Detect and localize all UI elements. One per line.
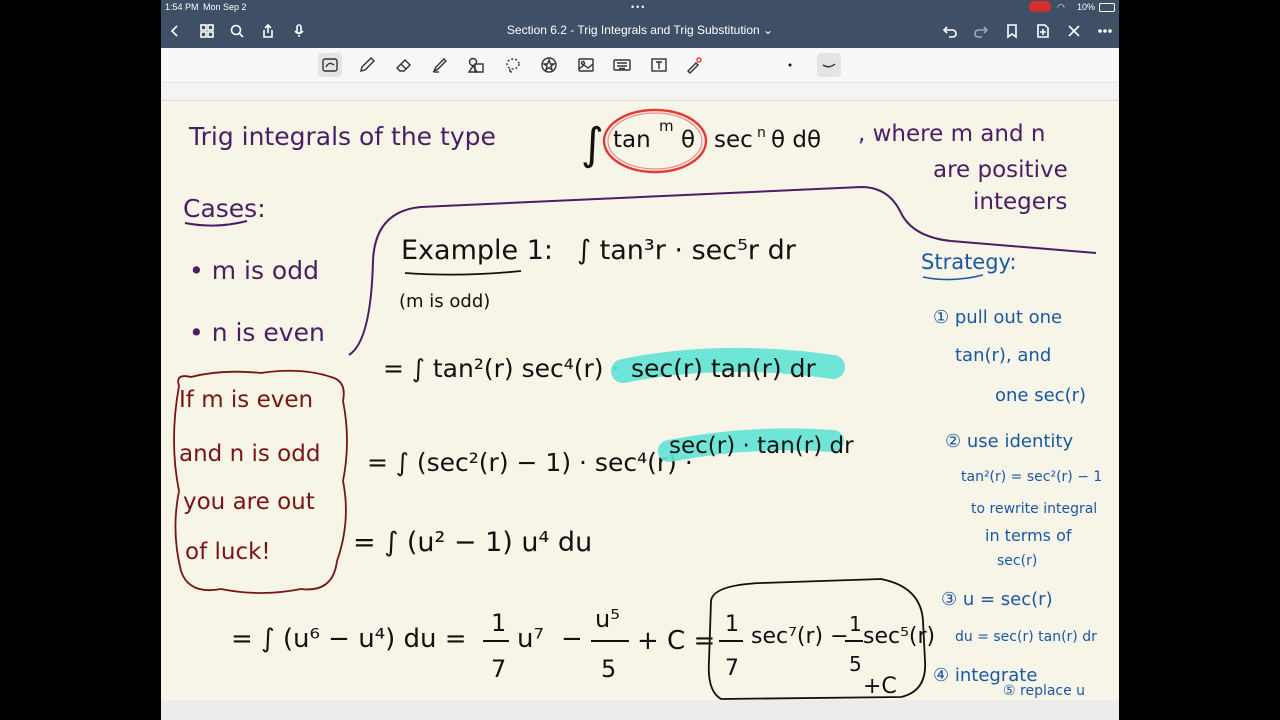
- title-bar: Section 6.2 - Trig Integrals and Trig Su…: [161, 14, 1119, 48]
- heading-line3: integers: [973, 189, 1067, 215]
- warning-line2: and n is odd: [179, 441, 320, 467]
- eraser-icon[interactable]: [392, 53, 416, 77]
- heading-suffix: , where m and n: [858, 121, 1045, 147]
- note-page[interactable]: Trig integrals of the type ∫ tan m θ sec…: [161, 100, 1119, 701]
- ans-frac2-den: 5: [849, 652, 862, 676]
- close-icon[interactable]: [1062, 14, 1086, 48]
- step2-main: = ∫ (sec²(r) − 1) · sec⁴(r) ·: [367, 448, 693, 477]
- heading-m: m: [659, 117, 674, 135]
- ans-frac1-num: 1: [725, 612, 739, 637]
- strategy-2d: in terms of: [985, 526, 1072, 545]
- strategy-label: Strategy:: [921, 250, 1017, 274]
- u7: u⁷: [517, 624, 544, 654]
- case-n-even: • n is even: [189, 318, 325, 347]
- frac2-num: u⁵: [595, 605, 620, 633]
- ans-sec5: sec⁵(r): [863, 624, 935, 649]
- highlighter-icon[interactable]: [428, 53, 452, 77]
- shapes-icon[interactable]: [464, 53, 488, 77]
- minus: −: [561, 624, 583, 654]
- lasso-icon[interactable]: [501, 53, 525, 77]
- step4: = ∫ (u⁶ − u⁴) du =: [231, 624, 467, 654]
- ipad-screen: 1:54 PM Mon Sep 2 ••• ◠ 10% Section 6.2 …: [161, 0, 1119, 720]
- pen-size-dot-icon[interactable]: [778, 53, 802, 77]
- heading-integral: ∫: [581, 119, 604, 170]
- status-time: 1:54 PM: [165, 2, 199, 12]
- strategy-1a: ① pull out one: [933, 307, 1062, 328]
- heading-sec: sec: [714, 127, 753, 153]
- wifi-icon: ◠: [1057, 2, 1065, 12]
- step1-main: = ∫ tan²(r) sec⁴(r) ·: [383, 354, 619, 383]
- step1-highlight-text: sec(r) tan(r) dr: [631, 354, 816, 383]
- redo-icon[interactable]: [969, 14, 993, 48]
- pen-stroke-style-icon[interactable]: [817, 53, 841, 77]
- strategy-4b: ⑤ replace u: [1003, 683, 1085, 699]
- text-box-icon[interactable]: [647, 53, 671, 77]
- bookmark-icon[interactable]: [1000, 14, 1024, 48]
- ans-frac1-den: 7: [725, 656, 739, 681]
- more-icon[interactable]: [1093, 14, 1117, 48]
- heading-theta1: θ: [681, 127, 695, 153]
- warning-line4: of luck!: [185, 539, 271, 565]
- frac1-num: 1: [491, 609, 506, 637]
- lasso-select-icon[interactable]: [318, 53, 342, 77]
- heading-theta2: θ dθ: [771, 127, 821, 153]
- example-note: (m is odd): [399, 291, 490, 312]
- drawing-toolbar: [161, 48, 1119, 83]
- example-problem: ∫ tan³r · sec⁵r dr: [577, 235, 797, 266]
- multitask-dots-icon[interactable]: •••: [631, 2, 646, 12]
- strategy-3b: du = sec(r) tan(r) dr: [955, 629, 1097, 645]
- pen-icon[interactable]: [355, 53, 379, 77]
- heading-n: n: [757, 125, 766, 141]
- battery-percent: 10%: [1077, 2, 1096, 12]
- heading-line2: are positive: [933, 157, 1068, 183]
- strategy-2c: to rewrite integral: [971, 501, 1097, 517]
- strategy-2b: tan²(r) = sec²(r) − 1: [961, 469, 1102, 485]
- battery-icon: [1099, 3, 1115, 12]
- warning-line1: If m is even: [179, 387, 313, 413]
- step3: = ∫ (u² − 1) u⁴ du: [353, 527, 592, 558]
- case-m-odd: • m is odd: [189, 256, 319, 285]
- status-date: Mon Sep 2: [203, 2, 247, 12]
- recording-indicator-icon: [1029, 1, 1051, 12]
- frac1-den: 7: [491, 655, 506, 683]
- ans-sec7: sec⁷(r) −: [751, 624, 849, 649]
- ans-c: +C: [863, 674, 897, 699]
- ans-frac2-num: 1: [849, 612, 862, 636]
- step2-highlight-text: sec(r) · tan(r) dr: [669, 433, 854, 459]
- strategy-3a: ③ u = sec(r): [941, 589, 1053, 610]
- plus-c: + C =: [637, 626, 715, 656]
- heading-tan: tan: [613, 127, 651, 153]
- add-page-icon[interactable]: [1031, 14, 1055, 48]
- sticker-icon[interactable]: [537, 53, 561, 77]
- handwritten-notes: Trig integrals of the type ∫ tan m θ sec…: [173, 108, 1102, 700]
- strategy-2a: ② use identity: [945, 431, 1073, 452]
- heading-prefix: Trig integrals of the type: [188, 122, 496, 151]
- cases-label: Cases:: [183, 194, 266, 223]
- image-icon[interactable]: [574, 53, 598, 77]
- frac2-den: 5: [601, 655, 616, 683]
- warning-line3: you are out: [183, 489, 315, 515]
- keyboard-icon[interactable]: [610, 53, 634, 77]
- chevron-down-icon[interactable]: ⌄: [763, 23, 773, 37]
- laser-pointer-icon[interactable]: [682, 53, 706, 77]
- strategy-1c: one sec(r): [995, 385, 1086, 406]
- page-bottom-margin: [161, 700, 1119, 720]
- status-bar: 1:54 PM Mon Sep 2 ••• ◠ 10%: [161, 0, 1119, 14]
- strategy-2e: sec(r): [997, 553, 1037, 569]
- strategy-1b: tan(r), and: [955, 345, 1051, 366]
- example-label: Example 1:: [401, 235, 553, 266]
- undo-icon[interactable]: [938, 14, 962, 48]
